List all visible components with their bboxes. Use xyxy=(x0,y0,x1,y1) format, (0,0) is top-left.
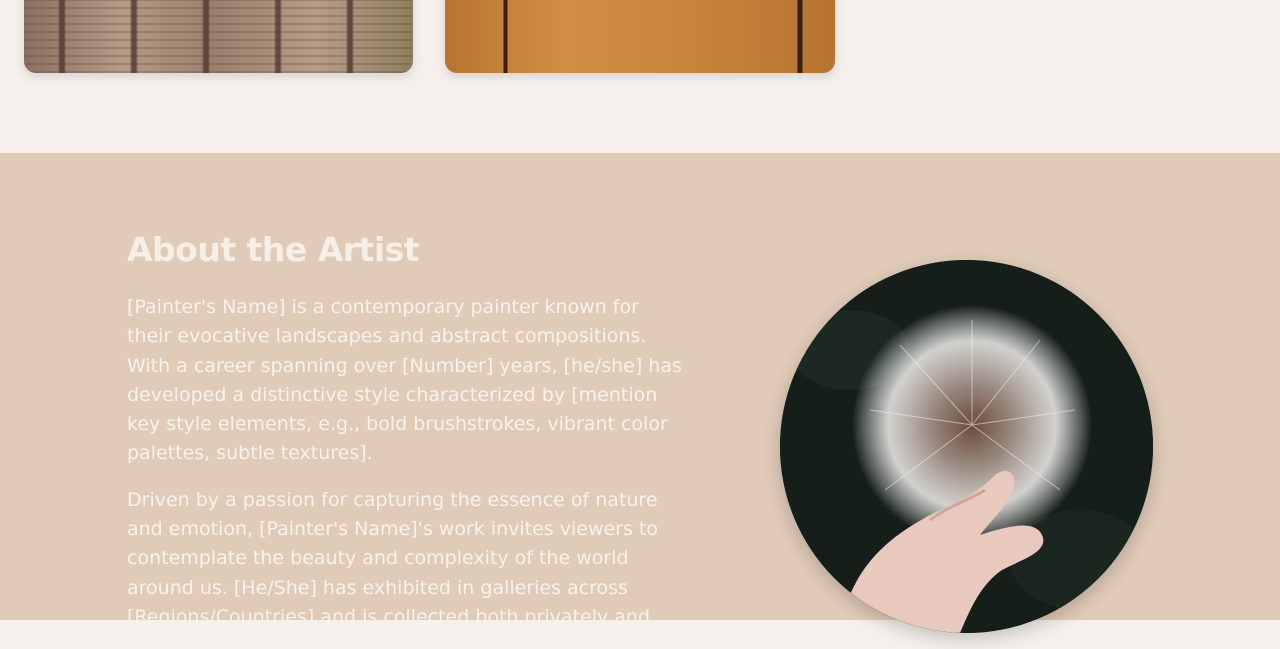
about-text: [Painter's Name] is a contemporary paint… xyxy=(127,293,687,649)
about-title: About the Artist xyxy=(127,230,420,269)
about-artist-section: About the Artist [Painter's Name] is a c… xyxy=(0,153,1280,633)
artist-photo xyxy=(780,260,1153,633)
gallery-card-railway[interactable] xyxy=(24,0,413,73)
dandelion-image xyxy=(780,260,1153,633)
about-paragraph-2: Driven by a passion for capturing the es… xyxy=(127,488,659,628)
gallery-card-wood[interactable] xyxy=(445,0,835,73)
about-paragraph-1: [Painter's Name] is a contemporary paint… xyxy=(127,296,682,465)
gallery-strip xyxy=(0,0,1280,153)
